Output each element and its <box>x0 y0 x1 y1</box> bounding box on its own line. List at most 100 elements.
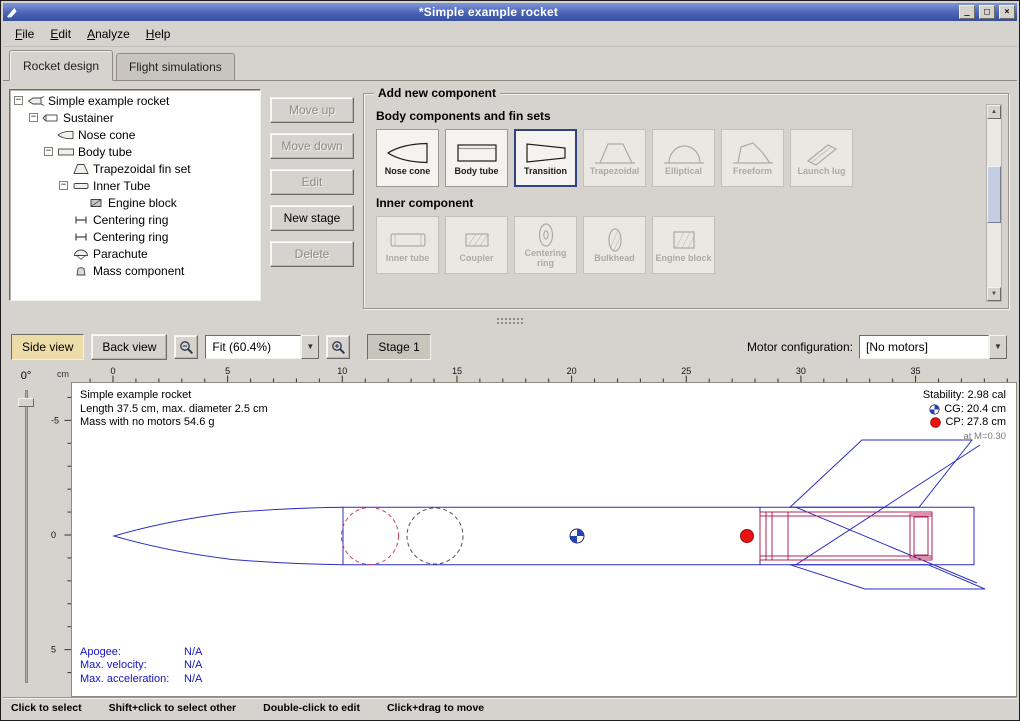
stability-value: 2.98 cal <box>967 389 1006 401</box>
rocket-mass: Mass with no motors 54.6 g <box>80 416 268 430</box>
rocket-dimensions: Length 37.5 cm, max. diameter 2.5 cm <box>80 403 268 417</box>
rotation-slider-track[interactable] <box>25 390 28 683</box>
tree-item-label: Trapezoidal fin set <box>93 162 191 176</box>
parachute-marker[interactable] <box>342 508 399 565</box>
tree-item-centering-ring[interactable]: Centering ring <box>10 211 260 228</box>
centeringring-icon <box>72 214 90 226</box>
component-button-label: Nose cone <box>385 167 431 177</box>
tree-item-centering-ring[interactable]: Centering ring <box>10 228 260 245</box>
component-sections: Body components and fin setsNose coneBod… <box>376 109 978 274</box>
tab-rocket-design[interactable]: Rocket design <box>9 50 113 81</box>
add-transition-button[interactable]: Transition <box>514 129 577 187</box>
tree-item-label: Body tube <box>78 145 132 159</box>
tree-item-body-tube[interactable]: − Body tube <box>10 143 260 160</box>
body-components-and-fin-sets-row: Nose cone Body tubeTransition Trapezoidal E… <box>376 129 978 187</box>
motor-mount-outline[interactable] <box>760 512 932 560</box>
menu-help[interactable]: Help <box>138 23 179 45</box>
splitter[interactable] <box>3 313 1017 328</box>
zoom-in-button[interactable] <box>326 335 350 359</box>
add-nose-cone-button[interactable]: Nose cone <box>376 129 439 187</box>
stability-label: Stability: <box>923 389 965 401</box>
minimize-button[interactable]: _ <box>959 5 975 19</box>
tree-expander-icon[interactable]: − <box>59 181 68 190</box>
svg-text:5: 5 <box>51 645 56 655</box>
freeform-icon <box>731 140 775 166</box>
menu-analyze[interactable]: Analyze <box>79 23 138 45</box>
component-button-label: Coupler <box>459 254 493 264</box>
tree-expander-icon[interactable]: − <box>44 147 53 156</box>
title-bar[interactable]: *Simple example rocket _ □ × <box>3 3 1017 21</box>
rocket-icon <box>27 95 45 107</box>
component-tree[interactable]: −Simple example rocket−SustainerNose con… <box>9 89 261 301</box>
tree-item-mass-component[interactable]: Mass component <box>10 262 260 279</box>
inner-component-label: Inner component <box>376 196 978 210</box>
innertube-icon <box>386 227 430 253</box>
zoom-level-select[interactable]: Fit (60.4%) ▼ <box>205 335 319 359</box>
scroll-up-icon: ▲ <box>991 109 997 115</box>
tree-item-engine-block[interactable]: Engine block <box>10 194 260 211</box>
back-view-button[interactable]: Back view <box>91 334 167 360</box>
tree-expander-icon[interactable]: − <box>29 113 38 122</box>
launchlug-icon <box>800 140 844 166</box>
fin-upper-outline[interactable] <box>790 440 972 507</box>
svg-text:-5: -5 <box>51 415 59 425</box>
menu-edit[interactable]: Edit <box>42 23 79 45</box>
scroll-up-button[interactable]: ▲ <box>987 105 1001 119</box>
tree-expander-icon[interactable]: − <box>14 96 23 105</box>
svg-text:15: 15 <box>452 366 462 376</box>
rocket-info: Simple example rocket Length 37.5 cm, ma… <box>80 389 268 430</box>
tree-item-nose-cone[interactable]: Nose cone <box>10 126 260 143</box>
cp-marker <box>741 530 754 543</box>
tree-item-inner-tube[interactable]: −Inner Tube <box>10 177 260 194</box>
app-icon <box>5 6 19 19</box>
motor-config-select[interactable]: [No motors] ▼ <box>859 335 1007 359</box>
bodytube-icon <box>57 146 75 158</box>
zoom-out-button[interactable] <box>174 335 198 359</box>
mass-marker[interactable] <box>407 508 463 564</box>
tab-flight-simulations[interactable]: Flight simulations <box>116 53 235 80</box>
status-hint: Click to select <box>11 702 82 714</box>
add-engine-block-button: Engine block <box>652 216 715 274</box>
rocket-drawing[interactable] <box>72 383 1017 693</box>
cg-icon <box>929 404 940 415</box>
component-button-label: Trapezoidal <box>590 167 640 177</box>
flight-stats: Apogee:N/AMax. velocity:N/AMax. accelera… <box>80 646 202 687</box>
rotation-slider-handle[interactable] <box>18 398 34 407</box>
svg-text:10: 10 <box>337 366 347 376</box>
add-elliptical-button: Elliptical <box>652 129 715 187</box>
tree-item-trapezoidal-fin-set[interactable]: Trapezoidal fin set <box>10 160 260 177</box>
flight-stat-label: Max. velocity: <box>80 659 184 673</box>
stage-icon <box>42 112 60 124</box>
scrollbar-thumb[interactable] <box>987 166 1001 223</box>
svg-text:0: 0 <box>51 530 56 540</box>
scrollbar-track[interactable] <box>987 119 1001 287</box>
fin-lower-outline[interactable] <box>790 565 985 589</box>
canvas-main: cm 05101520253035 -505 <box>49 366 1017 697</box>
cg-marker <box>570 529 584 543</box>
nose-cone-outline[interactable] <box>114 507 343 564</box>
new-stage-button[interactable]: New stage <box>270 205 354 231</box>
chevron-down-icon[interactable]: ▼ <box>989 335 1007 359</box>
add-body-tube-button[interactable]: Body tube <box>445 129 508 187</box>
flight-stat-label: Max. acceleration: <box>80 673 184 687</box>
tree-item-parachute[interactable]: Parachute <box>10 245 260 262</box>
maximize-button[interactable]: □ <box>979 5 995 19</box>
fin-far-edges <box>796 445 980 583</box>
side-view-button[interactable]: Side view <box>11 334 84 360</box>
chevron-down-icon[interactable]: ▼ <box>301 335 319 359</box>
scroll-down-button[interactable]: ▼ <box>987 287 1001 301</box>
tree-item-sustainer[interactable]: −Sustainer <box>10 109 260 126</box>
tree-item-simple-example-rocket[interactable]: −Simple example rocket <box>10 92 260 109</box>
engineblock-icon <box>662 227 706 253</box>
flight-stat-value: N/A <box>184 673 202 685</box>
stage-1-button[interactable]: Stage 1 <box>367 334 430 360</box>
menu-file[interactable]: File <box>7 23 42 45</box>
rocket-canvas[interactable]: Simple example rocket Length 37.5 cm, ma… <box>71 382 1017 697</box>
component-scrollbar[interactable]: ▲ ▼ <box>986 104 1002 302</box>
close-button[interactable]: × <box>999 5 1015 19</box>
rotation-slider[interactable] <box>17 386 35 687</box>
status-hint: Double-click to edit <box>263 702 360 714</box>
mass-icon <box>72 265 90 277</box>
cg-value: 20.4 cm <box>967 403 1006 415</box>
component-button-label: Bulkhead <box>594 254 635 264</box>
